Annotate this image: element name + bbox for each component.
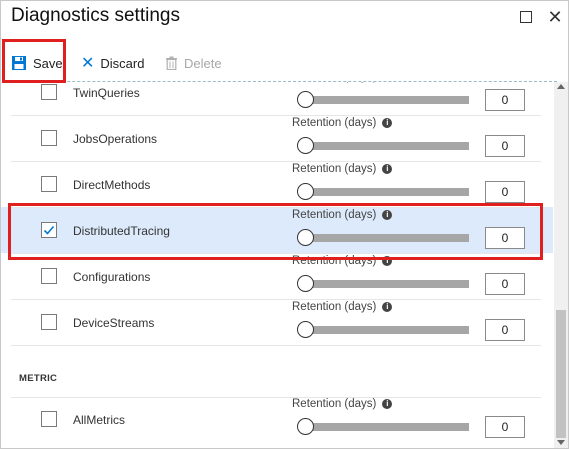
delete-button[interactable]: Delete — [165, 49, 222, 77]
category-label: DeviceStreams — [73, 316, 155, 330]
discard-button[interactable]: ✕ Discard — [81, 49, 144, 77]
info-icon: i — [382, 302, 393, 312]
category-checkbox[interactable] — [41, 130, 57, 146]
scrollbar-thumb[interactable] — [556, 310, 566, 438]
category-checkbox[interactable] — [41, 176, 57, 192]
category-label: TwinQueries — [73, 86, 140, 100]
scroll-down-icon[interactable] — [557, 440, 565, 445]
retention-label-text: Retention (days) — [292, 209, 377, 221]
checkmark-icon — [43, 225, 55, 235]
slider-track — [303, 423, 469, 431]
row-divider — [11, 345, 541, 346]
metric-section-header: METRIC — [19, 373, 58, 384]
retention-label: Retention (days) i — [292, 163, 393, 175]
diagnostics-settings-panel: Diagnostics settings ✕ Save ✕ Discard De… — [0, 0, 569, 449]
retention-slider[interactable] — [297, 91, 469, 109]
floppy-disk-icon — [12, 56, 26, 70]
retention-label-text: Retention (days) — [292, 163, 377, 175]
slider-thumb[interactable] — [297, 418, 314, 435]
row-divider — [11, 207, 541, 208]
retention-days-input[interactable]: 0 — [485, 89, 525, 111]
category-checkbox[interactable] — [41, 84, 57, 100]
info-icon: i — [382, 256, 393, 266]
retention-label: Retention (days) i — [292, 398, 393, 410]
category-label: Configurations — [73, 270, 151, 284]
slider-track — [303, 326, 469, 334]
slider-thumb[interactable] — [297, 229, 314, 246]
retention-label: Retention (days)i — [292, 82, 392, 83]
retention-label: Retention (days) i — [292, 255, 393, 267]
slider-thumb[interactable] — [297, 275, 314, 292]
category-checkbox[interactable] — [41, 314, 57, 330]
slider-thumb[interactable] — [297, 91, 314, 108]
retention-slider[interactable] — [297, 321, 469, 339]
slider-track — [303, 234, 469, 242]
list-item: DistributedTracing Retention (days) i 0 — [1, 207, 553, 253]
slider-track — [303, 142, 469, 150]
list-item: TwinQueries Retention (days)i 0 — [1, 82, 553, 115]
retention-days-input[interactable]: 0 — [485, 416, 525, 438]
info-icon: i — [382, 164, 393, 174]
log-categories-list: TwinQueriesRetention (days)i0JobsOperati… — [1, 82, 553, 448]
maximize-icon[interactable] — [517, 8, 535, 26]
toolbar: Save ✕ Discard Delete — [1, 45, 568, 81]
retention-label-text: Retention (days) — [292, 398, 377, 410]
save-button[interactable]: Save — [11, 49, 63, 77]
retention-slider[interactable] — [297, 418, 469, 436]
category-label: AllMetrics — [73, 413, 126, 427]
retention-label: Retention (days) i — [292, 117, 393, 129]
delete-label: Delete — [184, 55, 222, 71]
retention-days-input[interactable]: 0 — [485, 273, 525, 295]
retention-days-input[interactable]: 0 — [485, 181, 525, 203]
slider-thumb[interactable] — [297, 137, 314, 154]
info-icon: i — [382, 118, 393, 128]
category-checkbox[interactable] — [41, 268, 57, 284]
category-checkbox[interactable] — [41, 222, 57, 238]
slider-thumb[interactable] — [297, 321, 314, 338]
row-divider — [11, 115, 541, 116]
list-item: JobsOperations Retention (days) i 0 — [1, 115, 553, 161]
retention-slider[interactable] — [297, 137, 469, 155]
trash-icon — [166, 56, 177, 70]
category-label: DirectMethods — [73, 178, 151, 192]
panel-title: Diagnostics settings — [11, 5, 180, 26]
scroll-up-icon[interactable] — [557, 84, 565, 89]
slider-track — [303, 96, 469, 104]
close-icon[interactable]: ✕ — [546, 8, 564, 26]
slider-track — [303, 280, 469, 288]
retention-label-text: Retention (days) — [292, 117, 377, 129]
retention-slider[interactable] — [297, 229, 469, 247]
info-icon: i — [382, 399, 393, 409]
row-divider — [11, 161, 541, 162]
scrollbar[interactable] — [554, 82, 568, 448]
retention-days-input[interactable]: 0 — [485, 319, 525, 341]
info-icon: i — [382, 210, 393, 220]
list-item: DirectMethods Retention (days) i 0 — [1, 161, 553, 207]
category-checkbox[interactable] — [41, 411, 57, 427]
slider-thumb[interactable] — [297, 183, 314, 200]
save-label: Save — [33, 55, 63, 71]
row-divider — [11, 299, 541, 300]
retention-label: Retention (days) i — [292, 301, 393, 313]
row-divider — [11, 253, 541, 254]
retention-slider[interactable] — [297, 275, 469, 293]
retention-slider[interactable] — [297, 183, 469, 201]
list-item: Configurations Retention (days) i 0 — [1, 253, 553, 299]
category-label: DistributedTracing — [73, 224, 170, 238]
slider-track — [303, 188, 469, 196]
category-label: JobsOperations — [73, 132, 158, 146]
retention-label-text: Retention (days) — [292, 82, 376, 83]
x-icon: ✕ — [81, 55, 95, 72]
retention-label-text: Retention (days) — [292, 255, 377, 267]
retention-days-input[interactable]: 0 — [485, 135, 525, 157]
retention-days-input[interactable]: 0 — [485, 227, 525, 249]
retention-label-text: Retention (days) — [292, 301, 377, 313]
list-item: AllMetrics Retention (days) i 0 — [1, 396, 553, 442]
discard-label: Discard — [100, 55, 145, 71]
list-item: DeviceStreams Retention (days) i 0 — [1, 299, 553, 345]
retention-label: Retention (days) i — [292, 209, 393, 221]
